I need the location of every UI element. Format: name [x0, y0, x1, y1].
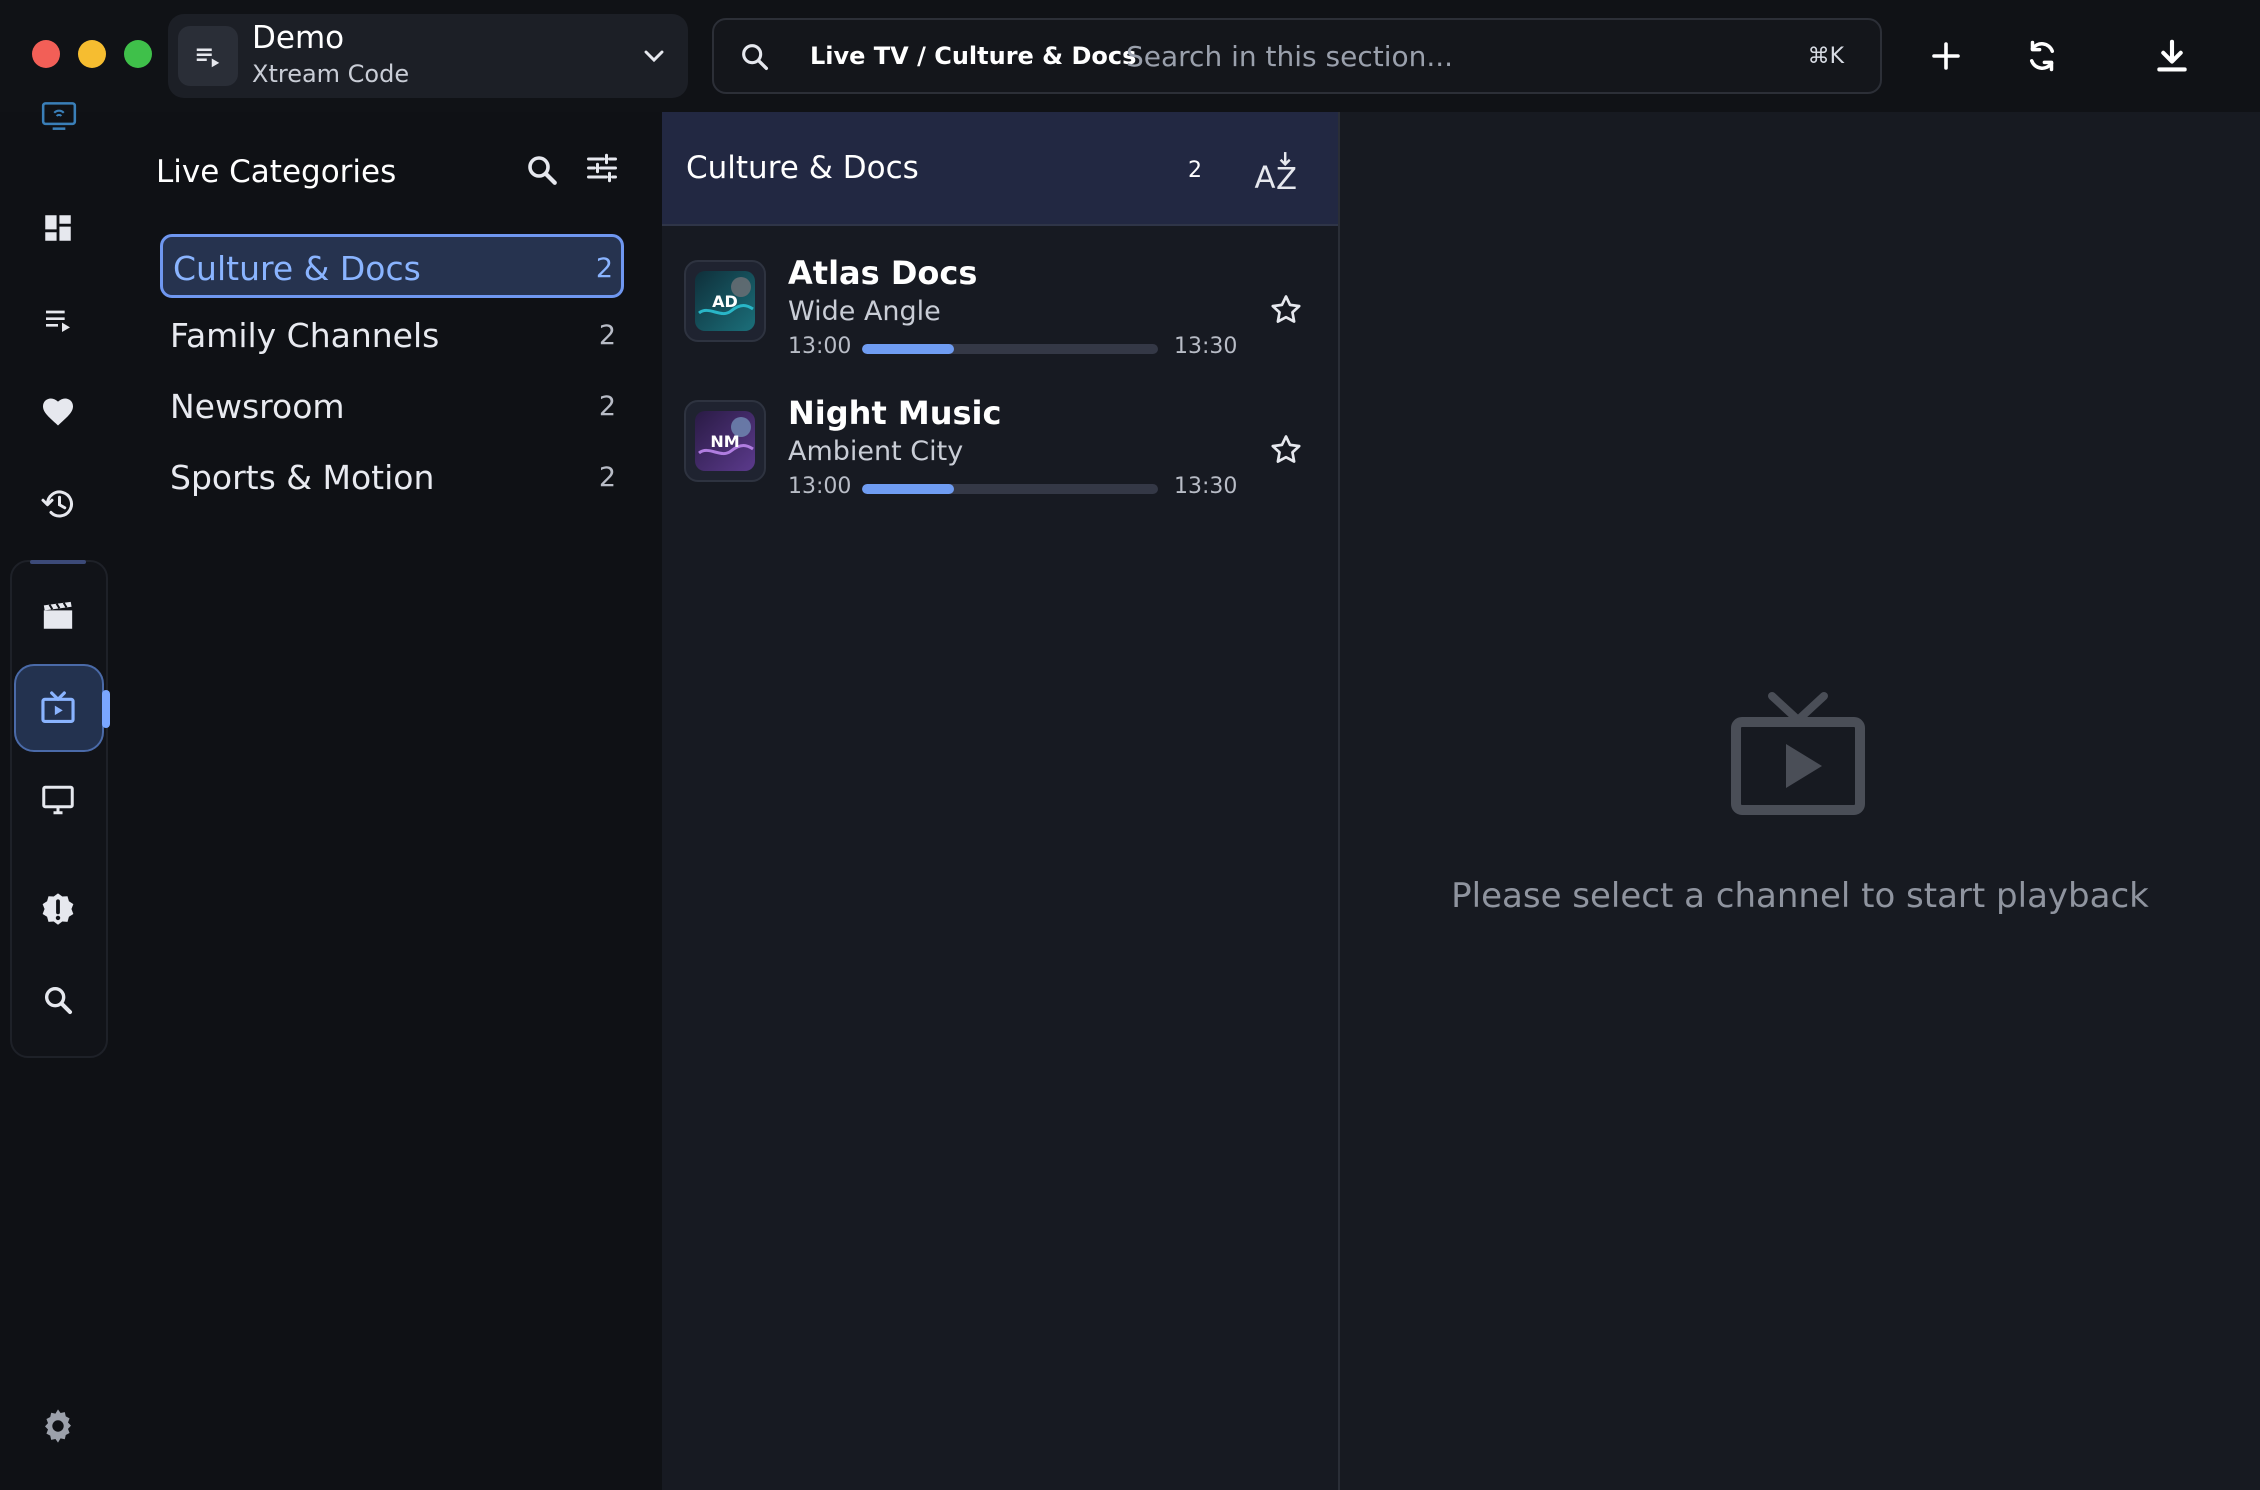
star-outline-icon: [1271, 295, 1301, 323]
program-progress: [862, 344, 1158, 354]
settings-icon: [45, 1409, 71, 1443]
channel-row[interactable]: NM Night Music Ambient City 13:00 13:30: [662, 378, 1338, 518]
category-search-button[interactable]: [524, 152, 560, 188]
add-playlist-button[interactable]: [1916, 26, 1976, 86]
channel-logo-text: AD: [712, 292, 738, 311]
settings-button[interactable]: [28, 1396, 88, 1456]
live-tv-icon: [1728, 692, 1868, 818]
alerts-button[interactable]: [28, 880, 88, 940]
program-end-time: 13:30: [1174, 474, 1238, 499]
sort-az-icon: A Z: [1255, 152, 1297, 194]
window-close-button[interactable]: [32, 40, 60, 68]
channel-count: 2: [1188, 158, 1202, 183]
heart-icon: [43, 398, 73, 426]
program-progress: [862, 484, 1158, 494]
tv-wifi-icon[interactable]: [40, 100, 78, 132]
favorite-button[interactable]: [1264, 428, 1308, 472]
channel-list-panel: Culture & Docs 2 A Z AD Atlas Docs Wide …: [662, 112, 1340, 1490]
categories-title: Live Categories: [156, 154, 397, 190]
category-item[interactable]: Sports & Motion 2: [160, 446, 624, 510]
chevron-down-icon: [638, 40, 670, 72]
tune-icon: [587, 153, 617, 183]
search-icon: [44, 986, 73, 1015]
live-tv-icon: [41, 691, 75, 724]
player-area: Please select a channel to start playbac…: [1340, 112, 2260, 1490]
channel-row[interactable]: AD Atlas Docs Wide Angle 13:00 13:30: [662, 238, 1338, 378]
dashboard-icon: [45, 215, 71, 241]
history-button[interactable]: [28, 474, 88, 534]
plus-icon: [1932, 42, 1960, 70]
breadcrumb: Live TV / Culture & Docs: [810, 42, 1137, 70]
refresh-icon: [2029, 40, 2055, 72]
program-title: Wide Angle: [788, 296, 941, 327]
program-end-time: 13:30: [1174, 334, 1238, 359]
active-indicator: [102, 690, 110, 728]
channel-name: Atlas Docs: [788, 254, 978, 292]
alert-badge-icon: [42, 893, 74, 925]
search-icon: [528, 156, 557, 185]
category-filter-button[interactable]: [584, 150, 620, 186]
live-tv-button[interactable]: [28, 678, 88, 738]
favorites-button[interactable]: [28, 382, 88, 442]
movies-icon: [43, 601, 73, 629]
keyboard-shortcut-hint: ⌘K: [1807, 44, 1844, 69]
channel-name: Night Music: [788, 394, 1002, 432]
refresh-button[interactable]: [2012, 26, 2072, 86]
history-icon: [41, 490, 73, 518]
channel-logo: AD: [684, 260, 766, 342]
empty-state-message: Please select a channel to start playbac…: [1451, 876, 2149, 916]
channel-list-header: Culture & Docs 2 A Z: [662, 112, 1338, 226]
category-label: Culture & Docs: [173, 249, 421, 288]
group-divider: [30, 560, 86, 564]
svg-text:Z: Z: [1276, 162, 1297, 194]
window-zoom-button[interactable]: [124, 40, 152, 68]
favorite-button[interactable]: [1264, 288, 1308, 332]
download-icon: [2157, 39, 2187, 72]
playlists-button[interactable]: [28, 290, 88, 350]
category-count: 2: [598, 462, 616, 493]
category-label: Newsroom: [170, 387, 345, 426]
category-item[interactable]: Newsroom 2: [160, 375, 624, 439]
series-icon: [42, 785, 74, 815]
movies-button[interactable]: [28, 586, 88, 646]
svg-text:A: A: [1255, 160, 1276, 194]
channel-logo: NM: [684, 400, 766, 482]
star-outline-icon: [1271, 435, 1301, 463]
program-start-time: 13:00: [788, 474, 852, 499]
category-count: 2: [598, 391, 616, 422]
program-title: Ambient City: [788, 436, 964, 467]
channel-list-title: Culture & Docs: [686, 150, 919, 186]
category-item[interactable]: Family Channels 2: [160, 304, 624, 368]
search-icon: [738, 40, 772, 74]
playlist-switcher[interactable]: Demo Xtream Code: [168, 14, 688, 98]
playlist-icon: [178, 26, 238, 86]
global-search-button[interactable]: [28, 970, 88, 1030]
channel-logo-text: NM: [710, 432, 739, 451]
dashboard-button[interactable]: [28, 198, 88, 258]
playlists-icon: [46, 310, 70, 332]
category-item[interactable]: Culture & Docs 2: [160, 234, 624, 298]
series-button[interactable]: [28, 770, 88, 830]
window-minimize-button[interactable]: [78, 40, 106, 68]
category-count: 2: [598, 320, 616, 351]
playlist-type: Xtream Code: [252, 60, 410, 88]
category-label: Sports & Motion: [170, 458, 435, 497]
category-label: Family Channels: [170, 316, 440, 355]
download-button[interactable]: [2142, 26, 2202, 86]
category-count: 2: [595, 253, 613, 284]
program-start-time: 13:00: [788, 334, 852, 359]
section-search-bar[interactable]: Live TV / Culture & Docs ⌘K: [712, 18, 1882, 94]
playlist-name: Demo: [252, 20, 345, 56]
search-input[interactable]: [1126, 32, 1746, 80]
sort-button[interactable]: A Z: [1246, 142, 1306, 202]
